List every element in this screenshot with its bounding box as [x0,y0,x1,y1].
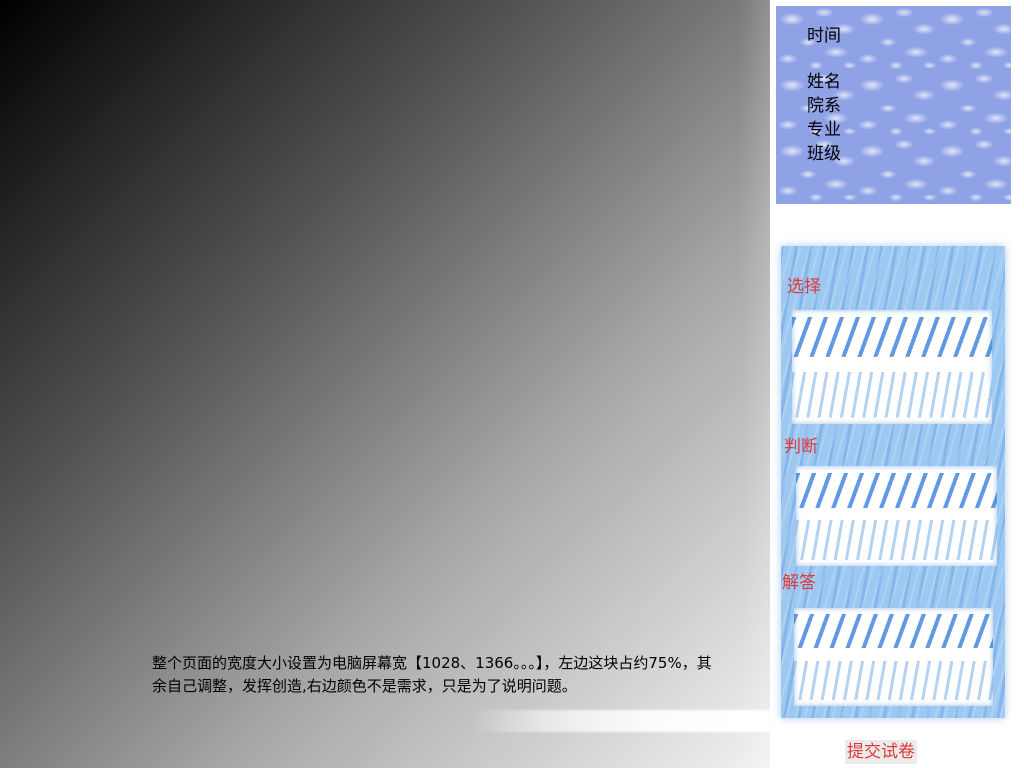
submit-exam-button[interactable]: 提交试卷 [845,740,917,764]
choice-section-label[interactable]: 选择 [787,276,821,298]
decorative-streak [470,710,770,732]
exam-page: 整个页面的宽度大小设置为电脑屏幕宽【1028、1366。。。】，左边这块占约75… [0,0,1024,768]
major-label: 专业 [807,120,841,140]
question-nav-panel: 选择 判断 解答 [781,246,1005,718]
answer-section-box[interactable] [794,608,993,706]
answer-section-label[interactable]: 解答 [782,572,816,594]
judge-section-label[interactable]: 判断 [784,436,818,458]
class-label: 班级 [807,144,841,164]
time-label: 时间 [807,26,841,46]
panel-edge-fade [740,0,770,768]
content-area: 整个页面的宽度大小设置为电脑屏幕宽【1028、1366。。。】，左边这块占约75… [0,0,770,768]
judge-section-box[interactable] [796,466,997,566]
department-label: 院系 [807,96,841,116]
choice-section-box[interactable] [792,310,992,424]
student-info-card: 时间 姓名 院系 专业 班级 [776,6,1011,204]
name-label: 姓名 [807,72,841,92]
layout-note: 整个页面的宽度大小设置为电脑屏幕宽【1028、1366。。。】，左边这块占约75… [152,654,712,695]
